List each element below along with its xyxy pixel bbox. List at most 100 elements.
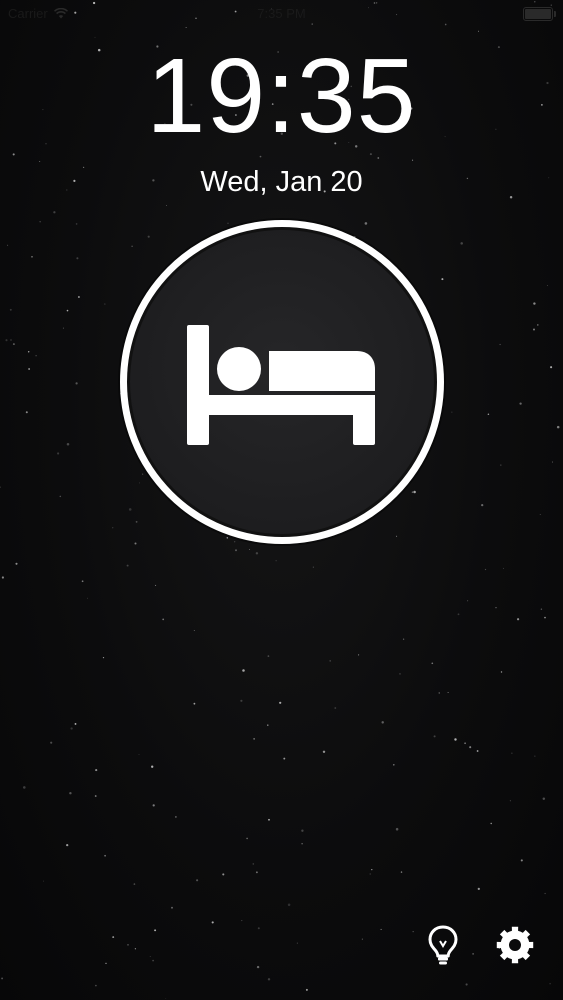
- star-dot: [556, 425, 560, 429]
- star-dot: [546, 285, 548, 286]
- star-dot: [481, 503, 484, 507]
- star-dot: [532, 328, 536, 331]
- star-dot: [226, 537, 229, 539]
- star-dot: [395, 827, 399, 831]
- star-dot: [511, 752, 513, 754]
- battery-icon: [523, 7, 556, 21]
- star-dot: [267, 978, 271, 981]
- star-dot: [413, 490, 416, 494]
- star-dot: [10, 339, 12, 341]
- star-dot: [255, 871, 258, 874]
- star-dot: [402, 638, 405, 640]
- star-dot: [400, 871, 403, 873]
- star-dot: [154, 929, 157, 932]
- star-dot: [399, 673, 401, 675]
- star-dot: [142, 473, 144, 475]
- star-dot: [5, 339, 8, 342]
- star-dot: [9, 308, 12, 311]
- star-dot: [257, 927, 260, 930]
- star-dot: [358, 654, 360, 656]
- star-dot: [23, 786, 26, 789]
- star-dot: [138, 754, 140, 755]
- star-dot: [465, 983, 468, 986]
- star-dot: [155, 584, 157, 586]
- star-dot: [500, 671, 503, 673]
- star-dot: [249, 549, 250, 550]
- star-dot: [283, 757, 286, 760]
- star-dot: [487, 413, 490, 415]
- star-dot: [128, 508, 132, 511]
- star-dot: [112, 936, 115, 939]
- star-dot: [175, 816, 177, 818]
- star-dot: [477, 30, 479, 32]
- star-dot: [305, 988, 308, 991]
- star-dot: [74, 722, 77, 725]
- star-dot: [62, 327, 64, 329]
- star-dot: [544, 616, 546, 619]
- star-dot: [246, 837, 248, 840]
- star-dot: [53, 211, 56, 214]
- star-dot: [211, 921, 214, 924]
- star-dot: [102, 656, 105, 659]
- bed-icon: [187, 325, 375, 445]
- star-dot: [193, 630, 195, 631]
- star-dot: [241, 920, 243, 922]
- star-dot: [25, 411, 28, 414]
- star-dot: [268, 818, 270, 821]
- star-dot: [253, 738, 255, 740]
- star-dot: [70, 727, 73, 730]
- star-dot: [57, 452, 60, 455]
- star-dot: [66, 442, 70, 446]
- star-dot: [39, 161, 41, 162]
- star-dot: [15, 562, 18, 565]
- clock-time: 19:35: [146, 37, 417, 155]
- star-dot: [380, 928, 382, 930]
- star-dot: [549, 983, 551, 985]
- star-dot: [411, 491, 414, 493]
- star-dot: [193, 702, 196, 705]
- star-dot: [469, 746, 472, 749]
- star-dot: [139, 482, 141, 484]
- star-dot: [441, 278, 444, 281]
- star-dot: [495, 607, 497, 609]
- star-dot: [162, 618, 165, 621]
- star-dot: [460, 242, 463, 245]
- star-dot: [451, 411, 453, 413]
- star-dot: [369, 873, 371, 875]
- star-dot: [377, 157, 380, 159]
- star-dot: [1, 576, 4, 579]
- sleep-button[interactable]: [120, 220, 444, 544]
- star-dot: [87, 597, 88, 599]
- star-dot: [509, 800, 511, 802]
- star-dot: [500, 464, 502, 466]
- star-dot: [551, 461, 553, 463]
- star-dot: [550, 366, 553, 369]
- star-dot: [381, 721, 384, 724]
- star-dot: [301, 843, 303, 845]
- star-dot: [544, 892, 546, 895]
- star-dot: [75, 223, 78, 225]
- star-dot: [95, 769, 98, 772]
- star-dot: [151, 765, 154, 768]
- star-dot: [467, 600, 469, 602]
- star-dot: [104, 854, 106, 857]
- star-dot: [540, 608, 543, 610]
- star-dot: [95, 984, 97, 987]
- star-dot: [76, 257, 79, 260]
- star-dot: [361, 938, 363, 940]
- star-dot: [75, 382, 78, 385]
- star-dot: [77, 296, 80, 298]
- star-dot: [234, 541, 236, 543]
- lightbulb-icon[interactable]: [425, 924, 461, 966]
- star-dot: [27, 351, 30, 353]
- star-dot: [516, 618, 520, 621]
- star-dot: [431, 662, 434, 665]
- status-bar: Carrier 7:35 PM: [0, 0, 563, 28]
- star-dot: [438, 692, 440, 694]
- star-dot: [131, 245, 133, 248]
- star-dot: [135, 520, 138, 523]
- star-dot: [454, 738, 457, 741]
- star-dot: [104, 303, 106, 305]
- gear-icon[interactable]: [495, 925, 535, 965]
- star-dot: [94, 795, 97, 797]
